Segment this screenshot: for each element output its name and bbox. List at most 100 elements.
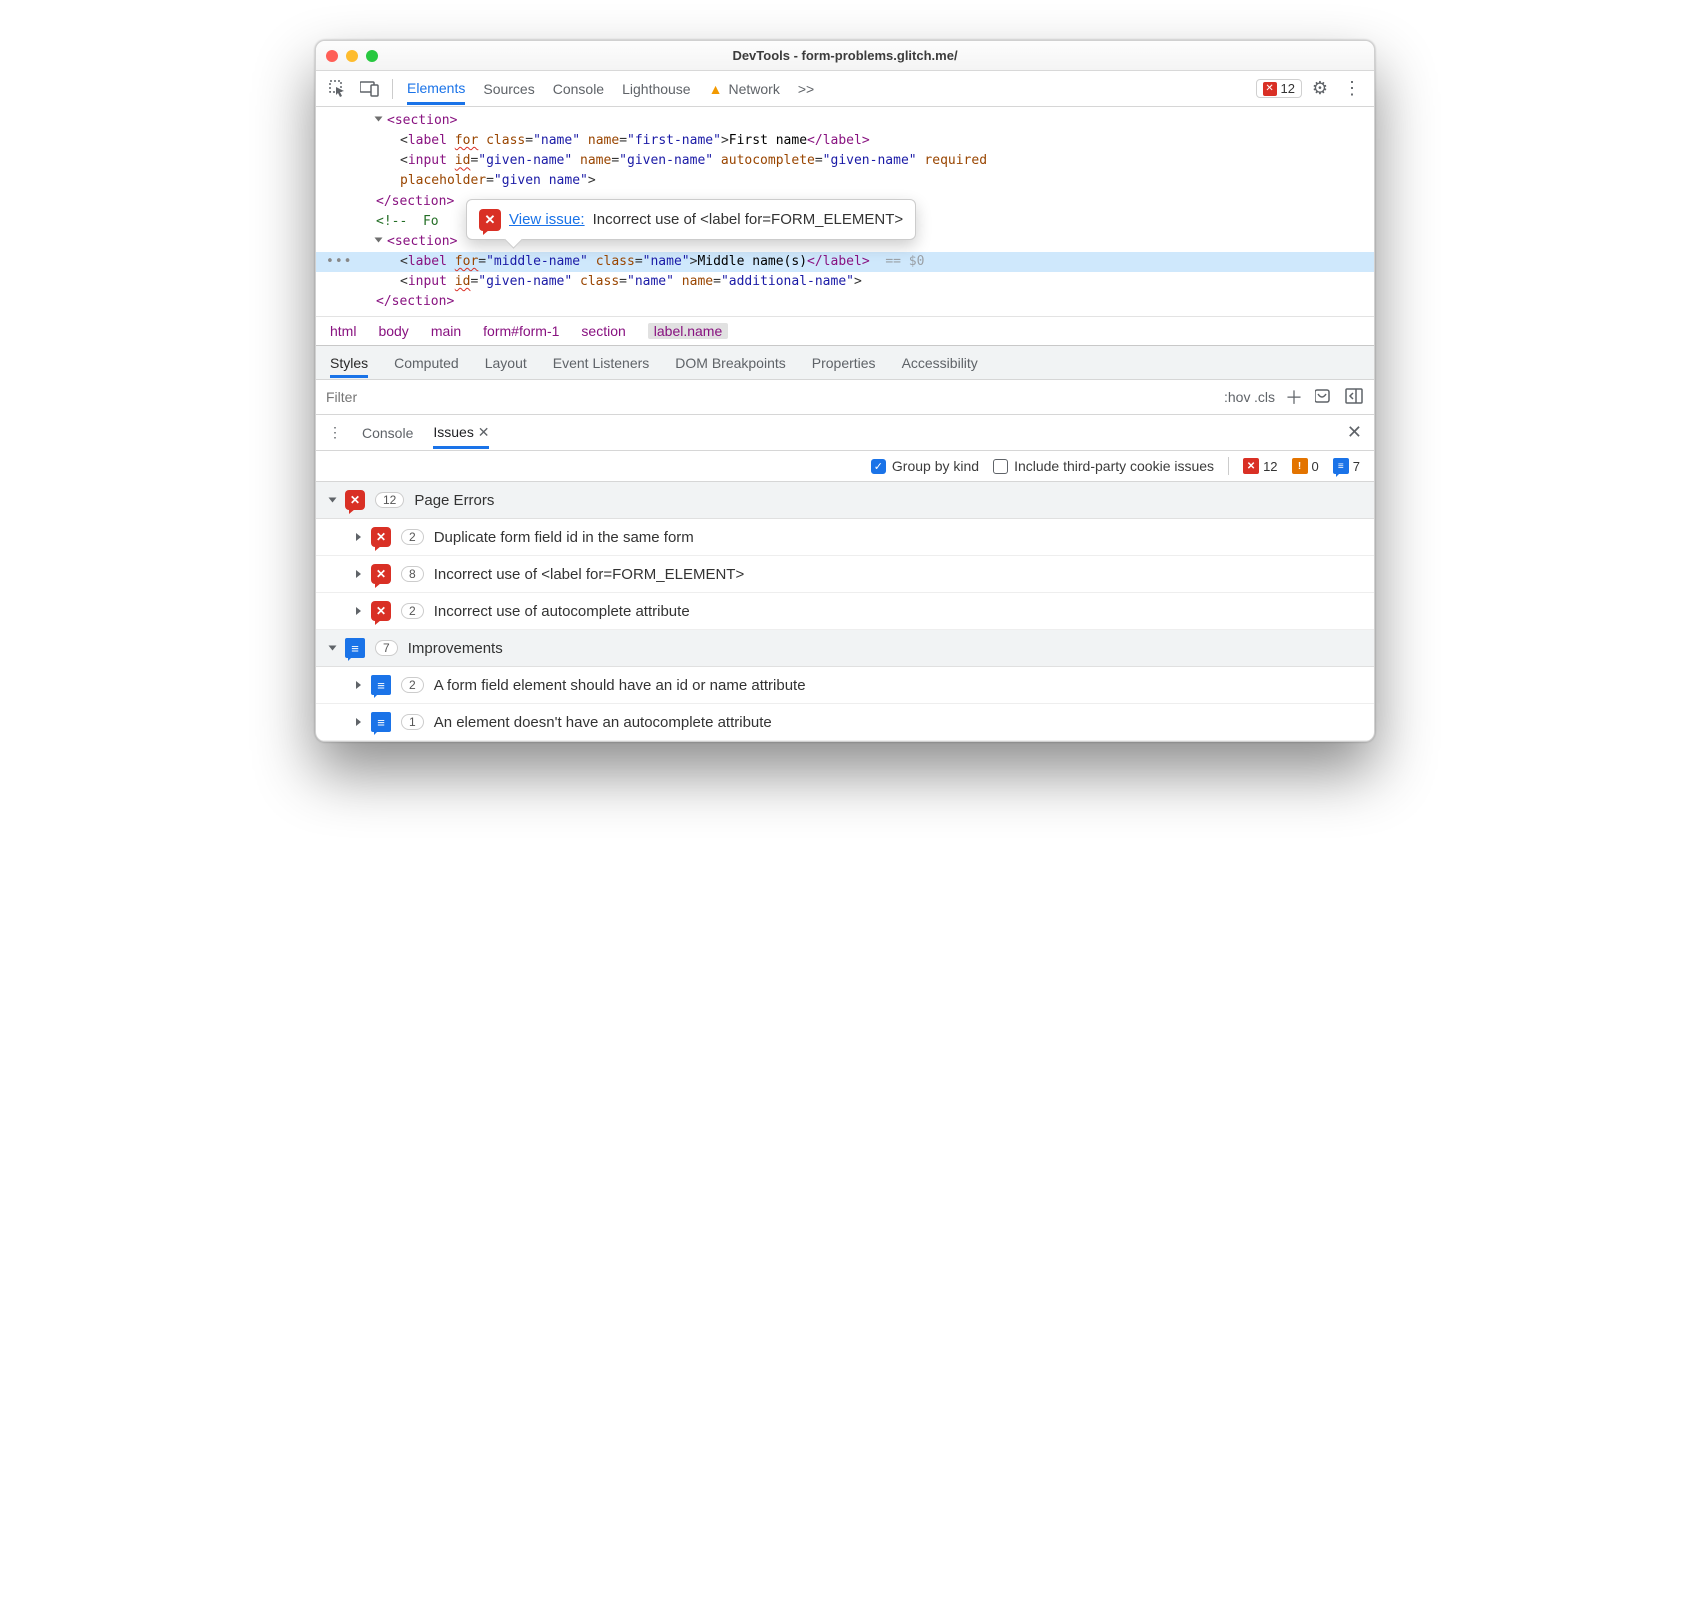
tab-console[interactable]: Console [553, 75, 604, 103]
tab-sources[interactable]: Sources [483, 75, 534, 103]
issue-text: A form field element should have an id o… [434, 677, 806, 694]
tab-lighthouse[interactable]: Lighthouse [622, 75, 691, 103]
dom-tag[interactable]: label [408, 254, 447, 269]
tooltip-text: Incorrect use of <label for=FORM_ELEMENT… [593, 208, 904, 231]
dom-tag[interactable]: input [408, 274, 447, 289]
issue-text: An element doesn't have an autocomplete … [434, 714, 772, 731]
inspect-icon[interactable] [324, 75, 352, 103]
row-handle-icon[interactable]: ••• [326, 252, 352, 272]
tab-elements[interactable]: Elements [407, 74, 465, 105]
more-icon[interactable]: ⋮ [1338, 75, 1366, 103]
dom-tag[interactable]: <section> [387, 113, 457, 128]
subtab-accessibility[interactable]: Accessibility [902, 355, 978, 371]
chevron-down-icon [329, 498, 337, 503]
issue-count: 2 [401, 677, 424, 693]
drawer-tab-issues[interactable]: Issues ✕ [433, 417, 489, 449]
drawer-tabs: ⋮ Console Issues ✕ ✕ [316, 415, 1374, 451]
subtab-event-listeners[interactable]: Event Listeners [553, 355, 650, 371]
issues-list: ✕ 12 Page Errors ✕ 2 Duplicate form fiel… [316, 482, 1374, 741]
crumb[interactable]: section [581, 323, 625, 339]
minimize-button[interactable] [346, 50, 358, 62]
error-icon: ✕ [345, 490, 365, 510]
chevron-right-icon [356, 570, 361, 578]
issue-tooltip: ✕ View issue: Incorrect use of <label fo… [466, 199, 916, 240]
drawer-more-icon[interactable]: ⋮ [328, 424, 342, 441]
device-toggle-icon[interactable] [356, 75, 384, 103]
dom-comment: <!-- Fo [376, 214, 439, 229]
subtab-properties[interactable]: Properties [812, 355, 876, 371]
breadcrumb: html body main form#form-1 section label… [316, 316, 1374, 346]
error-icon: ✕ [371, 527, 391, 547]
subtab-layout[interactable]: Layout [485, 355, 527, 371]
issue-count: 1 [401, 714, 424, 730]
view-issue-link[interactable]: View issue: [509, 208, 585, 231]
issue-text: Duplicate form field id in the same form [434, 529, 694, 546]
selected-hint: == $0 [885, 254, 924, 269]
warn-count-chip[interactable]: !0 [1292, 458, 1319, 474]
group-by-kind-checkbox[interactable]: ✓Group by kind [871, 458, 979, 474]
subtab-styles[interactable]: Styles [330, 348, 368, 378]
dom-tag[interactable]: input [408, 153, 447, 168]
computed-toggle-icon[interactable] [1314, 388, 1334, 407]
drawer-close-icon[interactable]: ✕ [1347, 422, 1362, 443]
third-party-checkbox[interactable]: Include third-party cookie issues [993, 458, 1214, 474]
issue-row[interactable]: ✕ 8 Incorrect use of <label for=FORM_ELE… [316, 556, 1374, 593]
separator [392, 79, 393, 99]
error-icon: ✕ [371, 601, 391, 621]
subtab-dom-breakpoints[interactable]: DOM Breakpoints [675, 355, 785, 371]
selected-dom-row[interactable]: ••• <label for="middle-name" class="name… [316, 252, 1375, 272]
issue-count: 8 [401, 566, 424, 582]
issue-count: 2 [401, 603, 424, 619]
filter-input[interactable] [326, 389, 1214, 405]
crumb[interactable]: html [330, 323, 356, 339]
category-label: Page Errors [414, 492, 494, 509]
attr-id[interactable]: id [455, 153, 471, 168]
issue-row[interactable]: ✕ 2 Incorrect use of autocomplete attrib… [316, 593, 1374, 630]
crumb[interactable]: body [378, 323, 408, 339]
cls-toggle[interactable]: .cls [1254, 389, 1274, 405]
issue-text: Incorrect use of autocomplete attribute [434, 603, 690, 620]
close-button[interactable] [326, 50, 338, 62]
styles-tabs: Styles Computed Layout Event Listeners D… [316, 346, 1374, 380]
dom-tag[interactable]: <section> [387, 234, 457, 249]
issue-row[interactable]: ✕ 2 Duplicate form field id in the same … [316, 519, 1374, 556]
info-icon: ≡ [345, 638, 365, 658]
elements-dom-tree[interactable]: <section> <label for class="name" name="… [316, 107, 1374, 316]
crumb[interactable]: form#form-1 [483, 323, 559, 339]
category-count: 12 [375, 492, 404, 508]
category-improvements[interactable]: ≡ 7 Improvements [316, 630, 1374, 667]
sidebar-toggle-icon[interactable] [1344, 388, 1364, 407]
tab-network[interactable]: Network [728, 75, 779, 103]
dom-tag[interactable]: </section> [376, 194, 454, 209]
dom-tag[interactable]: label [408, 133, 447, 148]
devtools-window: DevTools - form-problems.glitch.me/ Elem… [315, 40, 1375, 742]
category-count: 7 [375, 640, 398, 656]
issue-count: 2 [401, 529, 424, 545]
info-count-chip[interactable]: ≡7 [1333, 458, 1360, 474]
drawer-tab-console[interactable]: Console [362, 425, 413, 441]
crumb[interactable]: main [431, 323, 461, 339]
hov-toggle[interactable]: :hov [1224, 389, 1244, 405]
separator [1228, 457, 1229, 475]
tab-overflow[interactable]: >> [798, 75, 814, 103]
new-style-icon[interactable]: ＋ [1284, 384, 1304, 410]
category-page-errors[interactable]: ✕ 12 Page Errors [316, 482, 1374, 519]
panel-tabs: Elements Sources Console Lighthouse ▲ Ne… [401, 74, 1252, 104]
window-controls [326, 50, 378, 62]
attr-id[interactable]: id [455, 274, 471, 289]
info-icon: ≡ [371, 712, 391, 732]
attr-for[interactable]: for [455, 254, 478, 269]
attr-for[interactable]: for [455, 133, 478, 148]
error-count: 12 [1281, 81, 1295, 96]
dom-tag[interactable]: </section> [376, 294, 454, 309]
issues-toolbar: ✓Group by kind Include third-party cooki… [316, 451, 1374, 482]
error-count-badge[interactable]: ✕ 12 [1256, 79, 1302, 98]
issue-row[interactable]: ≡ 2 A form field element should have an … [316, 667, 1374, 704]
error-count-chip[interactable]: ✕12 [1243, 458, 1277, 474]
zoom-button[interactable] [366, 50, 378, 62]
main-toolbar: Elements Sources Console Lighthouse ▲ Ne… [316, 71, 1374, 107]
settings-icon[interactable]: ⚙ [1306, 75, 1334, 103]
subtab-computed[interactable]: Computed [394, 355, 459, 371]
crumb-selected[interactable]: label.name [648, 323, 729, 339]
issue-row[interactable]: ≡ 1 An element doesn't have an autocompl… [316, 704, 1374, 741]
